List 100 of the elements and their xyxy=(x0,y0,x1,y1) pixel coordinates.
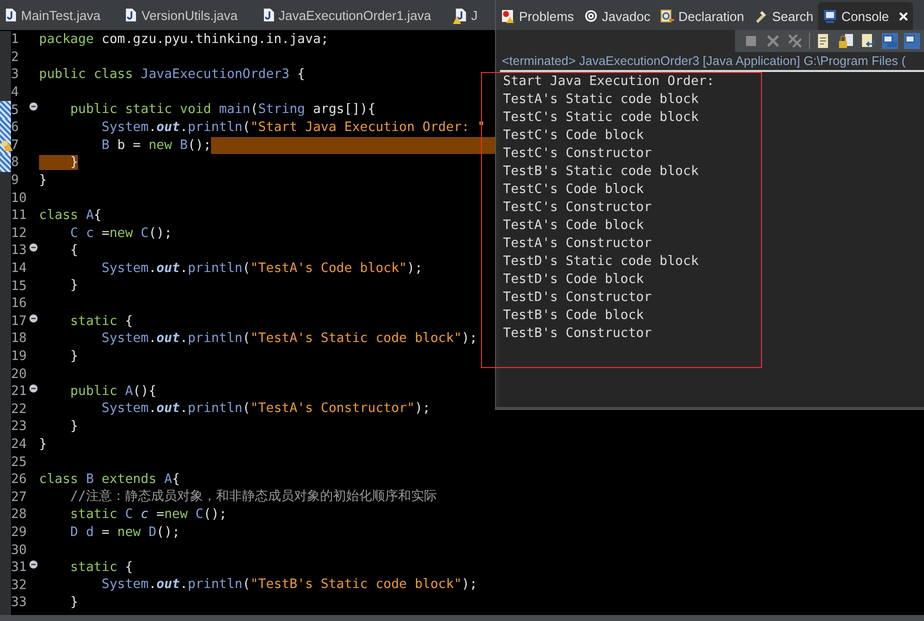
close-icon[interactable] xyxy=(899,12,908,20)
code-line: System.out.println("TestA's Static code block"); xyxy=(100,330,478,348)
line-number: 22 xyxy=(11,402,27,417)
console-output-line: TestD's Constructor xyxy=(503,289,653,307)
line-number: 14 xyxy=(11,261,27,276)
line-number: 12 xyxy=(11,226,27,241)
code-line: D d = new D(); xyxy=(69,524,180,542)
line-number: 33 xyxy=(11,595,27,610)
code-line: B b = new B(); xyxy=(100,136,212,154)
code-line: } xyxy=(39,436,47,454)
java-file-icon xyxy=(5,8,16,22)
collapse-icon[interactable] xyxy=(29,243,38,252)
console-output-line: TestB's Constructor xyxy=(503,325,653,343)
editor-tab[interactable]: VersionUtils.java xyxy=(120,0,258,30)
line-number: 28 xyxy=(11,507,27,522)
line-number: 17 xyxy=(11,314,27,329)
line-number: 30 xyxy=(11,542,27,558)
code-line: } xyxy=(69,594,78,612)
console-output-line: TestA's Code block xyxy=(503,217,645,235)
line-number: 2 xyxy=(11,50,19,65)
editor-tab[interactable]: J xyxy=(451,0,478,30)
code-line: static { xyxy=(69,558,133,576)
code-line: System.out.println("TestB's Static code block"); xyxy=(100,576,478,594)
line-number: 23 xyxy=(11,419,27,434)
console-icon xyxy=(823,9,838,23)
line-number: 26 xyxy=(11,472,27,488)
collapse-icon[interactable] xyxy=(29,560,38,569)
code-line: static C c =new C(); xyxy=(69,506,227,524)
line-number: 9 xyxy=(11,173,19,188)
pin-console-icon[interactable] xyxy=(882,33,898,49)
line-number: 32 xyxy=(11,578,27,593)
line-number: 3 xyxy=(11,67,19,82)
console-output-line: Start Java Execution Order: xyxy=(503,73,716,91)
collapse-icon[interactable] xyxy=(29,384,38,393)
console-output-line: TestC's Static code block xyxy=(503,109,700,127)
remove-all-icon[interactable] xyxy=(787,33,803,49)
line-number: 21 xyxy=(11,384,27,400)
line-number: 11 xyxy=(11,208,27,224)
code-line: public A(){ xyxy=(69,382,156,400)
remove-icon[interactable] xyxy=(765,33,781,49)
line-number: 15 xyxy=(11,278,27,294)
console-output-line: TestD's Code block xyxy=(503,271,645,289)
code-line: class B extends A{ xyxy=(39,470,180,488)
editor-tab[interactable]: MainTest.java xyxy=(0,0,120,30)
view-tab[interactable]: Problems xyxy=(496,2,579,30)
line-number: 19 xyxy=(11,348,27,364)
view-tab[interactable]: Javadoc xyxy=(578,2,656,30)
collapse-icon[interactable] xyxy=(29,314,38,322)
console-output-line: TestA's Static code block xyxy=(503,91,700,109)
code-line: public static void main(String args[]){ xyxy=(69,101,376,119)
code-line: { xyxy=(69,242,78,260)
java-file-icon xyxy=(262,8,274,22)
line-number: 29 xyxy=(11,524,27,540)
line-number: 5 xyxy=(11,102,19,118)
declaration-icon xyxy=(660,9,674,23)
line-number: 18 xyxy=(11,331,27,346)
console-output-line: TestC's Code block xyxy=(503,127,645,145)
line-number: 1 xyxy=(11,32,19,48)
line-number: 8 xyxy=(11,155,19,170)
console-output-line: TestB's Static code block xyxy=(503,163,700,181)
console-status: <terminated> JavaExecutionOrder3 [Java Application] G:\Program Files ( xyxy=(501,53,907,70)
line-number: 31 xyxy=(11,560,27,576)
console-output-line: TestC's Constructor xyxy=(503,199,653,217)
code-line: } xyxy=(39,172,47,190)
line-number: 10 xyxy=(11,190,27,206)
line-number: 4 xyxy=(11,85,19,100)
view-tab[interactable]: Declaration xyxy=(655,2,750,30)
line-number: 6 xyxy=(11,120,19,136)
code-line: class A{ xyxy=(39,206,102,225)
code-line: } xyxy=(69,277,78,295)
console-output-line: TestA's Constructor xyxy=(503,235,653,253)
view-tab[interactable]: Console xyxy=(818,2,914,30)
console-output-line: TestC's Constructor xyxy=(503,145,653,163)
code-line: C c =new C(); xyxy=(69,224,172,242)
open-console-icon[interactable] xyxy=(904,33,920,49)
lock-icon[interactable] xyxy=(838,33,854,49)
stop-icon[interactable] xyxy=(743,33,759,49)
code-line: System.out.println("TestA's Code block"); xyxy=(100,260,423,278)
code-line: System.out.println("Start Java Execution Order: " xyxy=(100,118,486,137)
line-number: 16 xyxy=(11,296,27,312)
code-line: static { xyxy=(69,312,133,330)
line-number: 13 xyxy=(11,243,27,258)
java-file-icon xyxy=(125,8,136,22)
line-number: 20 xyxy=(11,366,27,382)
code-line: package com.gzu.pyu.thinking.in.java; xyxy=(39,31,329,49)
line-number: 27 xyxy=(11,490,27,505)
problems-icon xyxy=(501,9,515,23)
editor-tab[interactable]: JavaExecutionOrder1.java xyxy=(258,0,452,30)
code-line: public class JavaExecutionOrder3 { xyxy=(39,66,306,84)
console-output-line: TestC's Code block xyxy=(503,181,645,199)
code-line: } xyxy=(69,348,78,366)
code-line: System.out.println("TestA's Constructor"); xyxy=(100,400,430,418)
code-line: } xyxy=(69,418,78,436)
collapse-icon[interactable] xyxy=(29,102,38,112)
line-number: 25 xyxy=(11,454,27,470)
page-arrow-icon[interactable] xyxy=(860,33,876,49)
view-tab[interactable]: Search xyxy=(749,2,818,30)
line-number: 24 xyxy=(11,436,27,452)
console-output-line: TestB's Code block xyxy=(503,307,645,325)
line-number: 7 xyxy=(11,138,19,153)
